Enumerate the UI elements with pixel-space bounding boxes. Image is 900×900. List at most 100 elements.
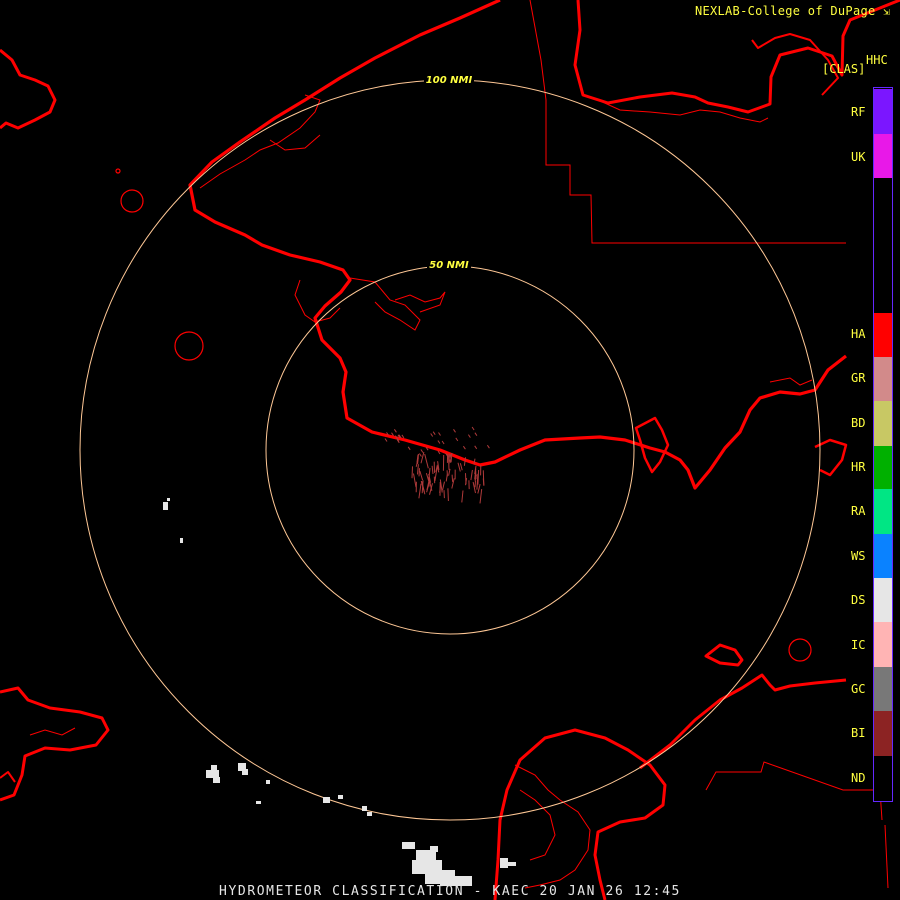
product-title: HYDROMETEOR CLASSIFICATION - KAEC 20 JAN… (219, 884, 681, 899)
border-line-east (884, 824, 889, 889)
clutter-strand (477, 483, 481, 494)
clutter-speck (486, 444, 490, 449)
clutter-speck (420, 449, 424, 453)
clutter-speck (432, 431, 436, 435)
coast-details (29, 94, 813, 889)
echo-cell (211, 765, 217, 770)
clutter-speck (418, 453, 422, 457)
echo-cell (242, 769, 248, 775)
legend-swatch-ic (874, 622, 892, 667)
border-lines (529, 0, 889, 889)
island-east (788, 638, 812, 662)
clutter-strand (447, 488, 449, 502)
legend-label-bd: BD (851, 416, 866, 430)
clutter-strand (411, 466, 413, 479)
credit-text: NEXLAB-College of DuPage (694, 4, 876, 18)
clutter-strand (457, 462, 461, 472)
clutter-speck (438, 432, 441, 436)
clutter-strand (413, 473, 417, 488)
legend-label-ic: IC (851, 638, 866, 652)
clutter-strand (448, 468, 451, 476)
legend-label-gc: GC (851, 682, 866, 696)
coastline-west (0, 48, 57, 130)
southwest-detail (29, 727, 76, 736)
legend-swatch-ra (874, 489, 892, 534)
legend-label-bi: BI (851, 726, 866, 740)
coastline-main (188, 0, 847, 490)
clutter-speck (462, 445, 466, 450)
clutter-speck (430, 433, 434, 437)
clutter-strand (424, 453, 429, 469)
echo-cell (206, 770, 219, 778)
legend-swatch-rf (874, 89, 892, 134)
credit-label: NEXLAB-College of DuPage ⇲ (695, 4, 890, 18)
legend-label-nd: ND (851, 771, 866, 785)
clutter-speck (437, 440, 441, 444)
legend-swatch-ds (874, 578, 892, 622)
clutter-strand (419, 470, 424, 481)
island-west-1 (120, 189, 144, 213)
coastline-southwest (0, 686, 110, 802)
echo-cell (213, 777, 220, 783)
island-chain (349, 277, 421, 331)
clutter-strand (470, 469, 473, 481)
island-chain-2 (394, 291, 446, 313)
coastline-southeast (639, 673, 847, 770)
clutter-strand (431, 465, 434, 475)
legend-label-ra: RA (851, 504, 866, 518)
coastline-southeast-island (704, 643, 744, 667)
legend-label-ds: DS (851, 593, 866, 607)
clutter-strand (451, 474, 454, 482)
clutter-speck (407, 446, 411, 451)
legend-label-rf: RF (851, 105, 866, 119)
clutter-speck (471, 426, 475, 431)
clutter-speck (467, 434, 471, 438)
legend-swatch-hr (874, 446, 892, 489)
inlet-north (199, 94, 321, 189)
clutter-strand (459, 463, 463, 471)
legend-swatch-ha (874, 313, 892, 357)
clutter-speck (453, 429, 456, 433)
clutter-strand (442, 481, 445, 491)
clutter-speck (474, 432, 478, 436)
clutter-strand (420, 451, 425, 464)
legend-label-ws: WS (851, 549, 866, 563)
clutter-speck (393, 429, 397, 433)
range-ring-label-100: 100 NMI (426, 75, 473, 86)
echo-cell (256, 801, 261, 804)
product-unit: [CLAS] (822, 62, 866, 76)
clutter-strand (465, 473, 467, 485)
clutter-strand (479, 489, 483, 504)
clutter-speck (455, 437, 459, 442)
echo-cell (338, 795, 343, 799)
legend-swatch-gr (874, 357, 892, 401)
legend-swatch-ws (874, 534, 892, 578)
legend-swatch-bi (874, 711, 892, 756)
echo-cell (163, 502, 168, 510)
coastline-southwest-2 (0, 771, 16, 783)
clutter-strand (474, 480, 476, 488)
clutter-strand (482, 478, 485, 486)
legend-swatch-gc (874, 667, 892, 711)
range-ring-label-50: 50 NMI (429, 260, 469, 271)
product-code: HHC (866, 53, 888, 67)
legend-label-hr: HR (851, 460, 866, 474)
island-west-2 (174, 331, 204, 361)
clutter-speck (474, 445, 478, 450)
coastline-east-inlet (634, 416, 670, 474)
echo-cell (266, 780, 270, 784)
clutter-strand (418, 483, 422, 499)
echo-cell (167, 498, 170, 501)
inlet-peninsula (269, 134, 321, 151)
legend-swatch-uk (874, 134, 892, 178)
echo-cell (362, 806, 367, 811)
clutter-speck (401, 434, 405, 439)
range-ring-50 (265, 265, 635, 635)
external-link-icon[interactable]: ⇲ (883, 5, 890, 18)
echo-cell (323, 797, 330, 803)
echo-cell (180, 538, 183, 543)
echo-cell (402, 842, 415, 849)
coastline-layer (0, 0, 900, 900)
echo-cell (430, 846, 438, 852)
clutter-strand (477, 469, 480, 485)
